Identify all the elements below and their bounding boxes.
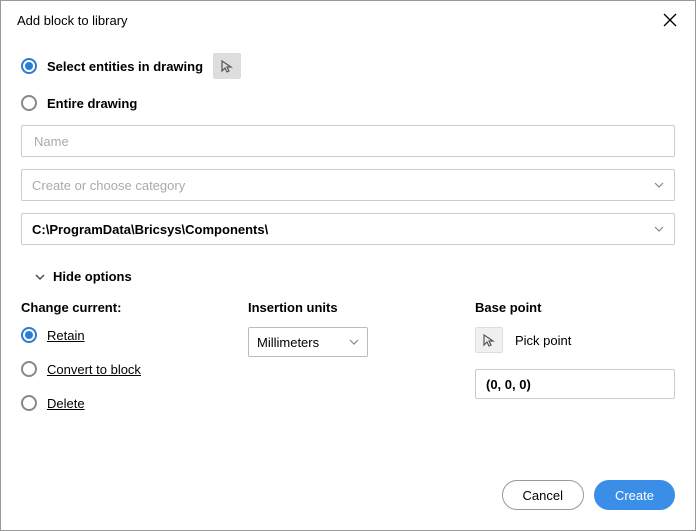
radio-entire-drawing[interactable]: Entire drawing <box>21 95 675 111</box>
chevron-down-icon <box>349 339 359 345</box>
col-heading: Insertion units <box>248 300 447 315</box>
name-input[interactable] <box>32 133 664 150</box>
base-point-value: (0, 0, 0) <box>486 377 531 392</box>
create-button[interactable]: Create <box>594 480 675 510</box>
radio-icon[interactable] <box>21 395 37 411</box>
units-value: Millimeters <box>257 335 319 350</box>
dialog-footer: Cancel Create <box>1 480 695 530</box>
col-heading: Change current: <box>21 300 220 315</box>
dialog-content: Select entities in drawing Entire drawin… <box>1 37 695 480</box>
radio-label: Delete <box>47 396 85 411</box>
radio-label: Entire drawing <box>47 96 137 111</box>
col-heading: Base point <box>475 300 675 315</box>
pick-point-label: Pick point <box>515 333 571 348</box>
close-icon[interactable] <box>659 11 681 29</box>
path-select[interactable]: C:\ProgramData\Bricsys\Components\ <box>21 213 675 245</box>
radio-label: Retain <box>47 328 85 343</box>
dialog-title: Add block to library <box>17 13 128 28</box>
chevron-down-icon <box>654 182 664 188</box>
category-select[interactable]: Create or choose category <box>21 169 675 201</box>
path-value: C:\ProgramData\Bricsys\Components\ <box>32 222 268 237</box>
radio-convert[interactable]: Convert to block <box>21 361 220 377</box>
pick-point-icon[interactable] <box>475 327 503 353</box>
titlebar: Add block to library <box>1 1 695 37</box>
col-base-point: Base point Pick point (0, 0, 0) <box>475 300 675 429</box>
chevron-down-icon <box>35 274 45 280</box>
radio-label: Convert to block <box>47 362 141 377</box>
options-columns: Change current: Retain Convert to block … <box>21 300 675 429</box>
col-insertion-units: Insertion units Millimeters <box>248 300 447 429</box>
radio-icon[interactable] <box>21 327 37 343</box>
radio-retain[interactable]: Retain <box>21 327 220 343</box>
units-select[interactable]: Millimeters <box>248 327 368 357</box>
name-field[interactable] <box>21 125 675 157</box>
radio-icon[interactable] <box>21 58 37 74</box>
cancel-button[interactable]: Cancel <box>502 480 584 510</box>
radio-label: Select entities in drawing <box>47 59 203 74</box>
options-toggle-label: Hide options <box>53 269 132 284</box>
radio-icon[interactable] <box>21 361 37 377</box>
category-placeholder: Create or choose category <box>32 178 185 193</box>
col-change-current: Change current: Retain Convert to block … <box>21 300 220 429</box>
base-point-input[interactable]: (0, 0, 0) <box>475 369 675 399</box>
radio-delete[interactable]: Delete <box>21 395 220 411</box>
add-block-dialog: Add block to library Select entities in … <box>0 0 696 531</box>
cursor-select-icon[interactable] <box>213 53 241 79</box>
chevron-down-icon <box>654 226 664 232</box>
radio-select-entities[interactable]: Select entities in drawing <box>21 53 675 79</box>
options-toggle[interactable]: Hide options <box>35 269 675 284</box>
radio-icon[interactable] <box>21 95 37 111</box>
